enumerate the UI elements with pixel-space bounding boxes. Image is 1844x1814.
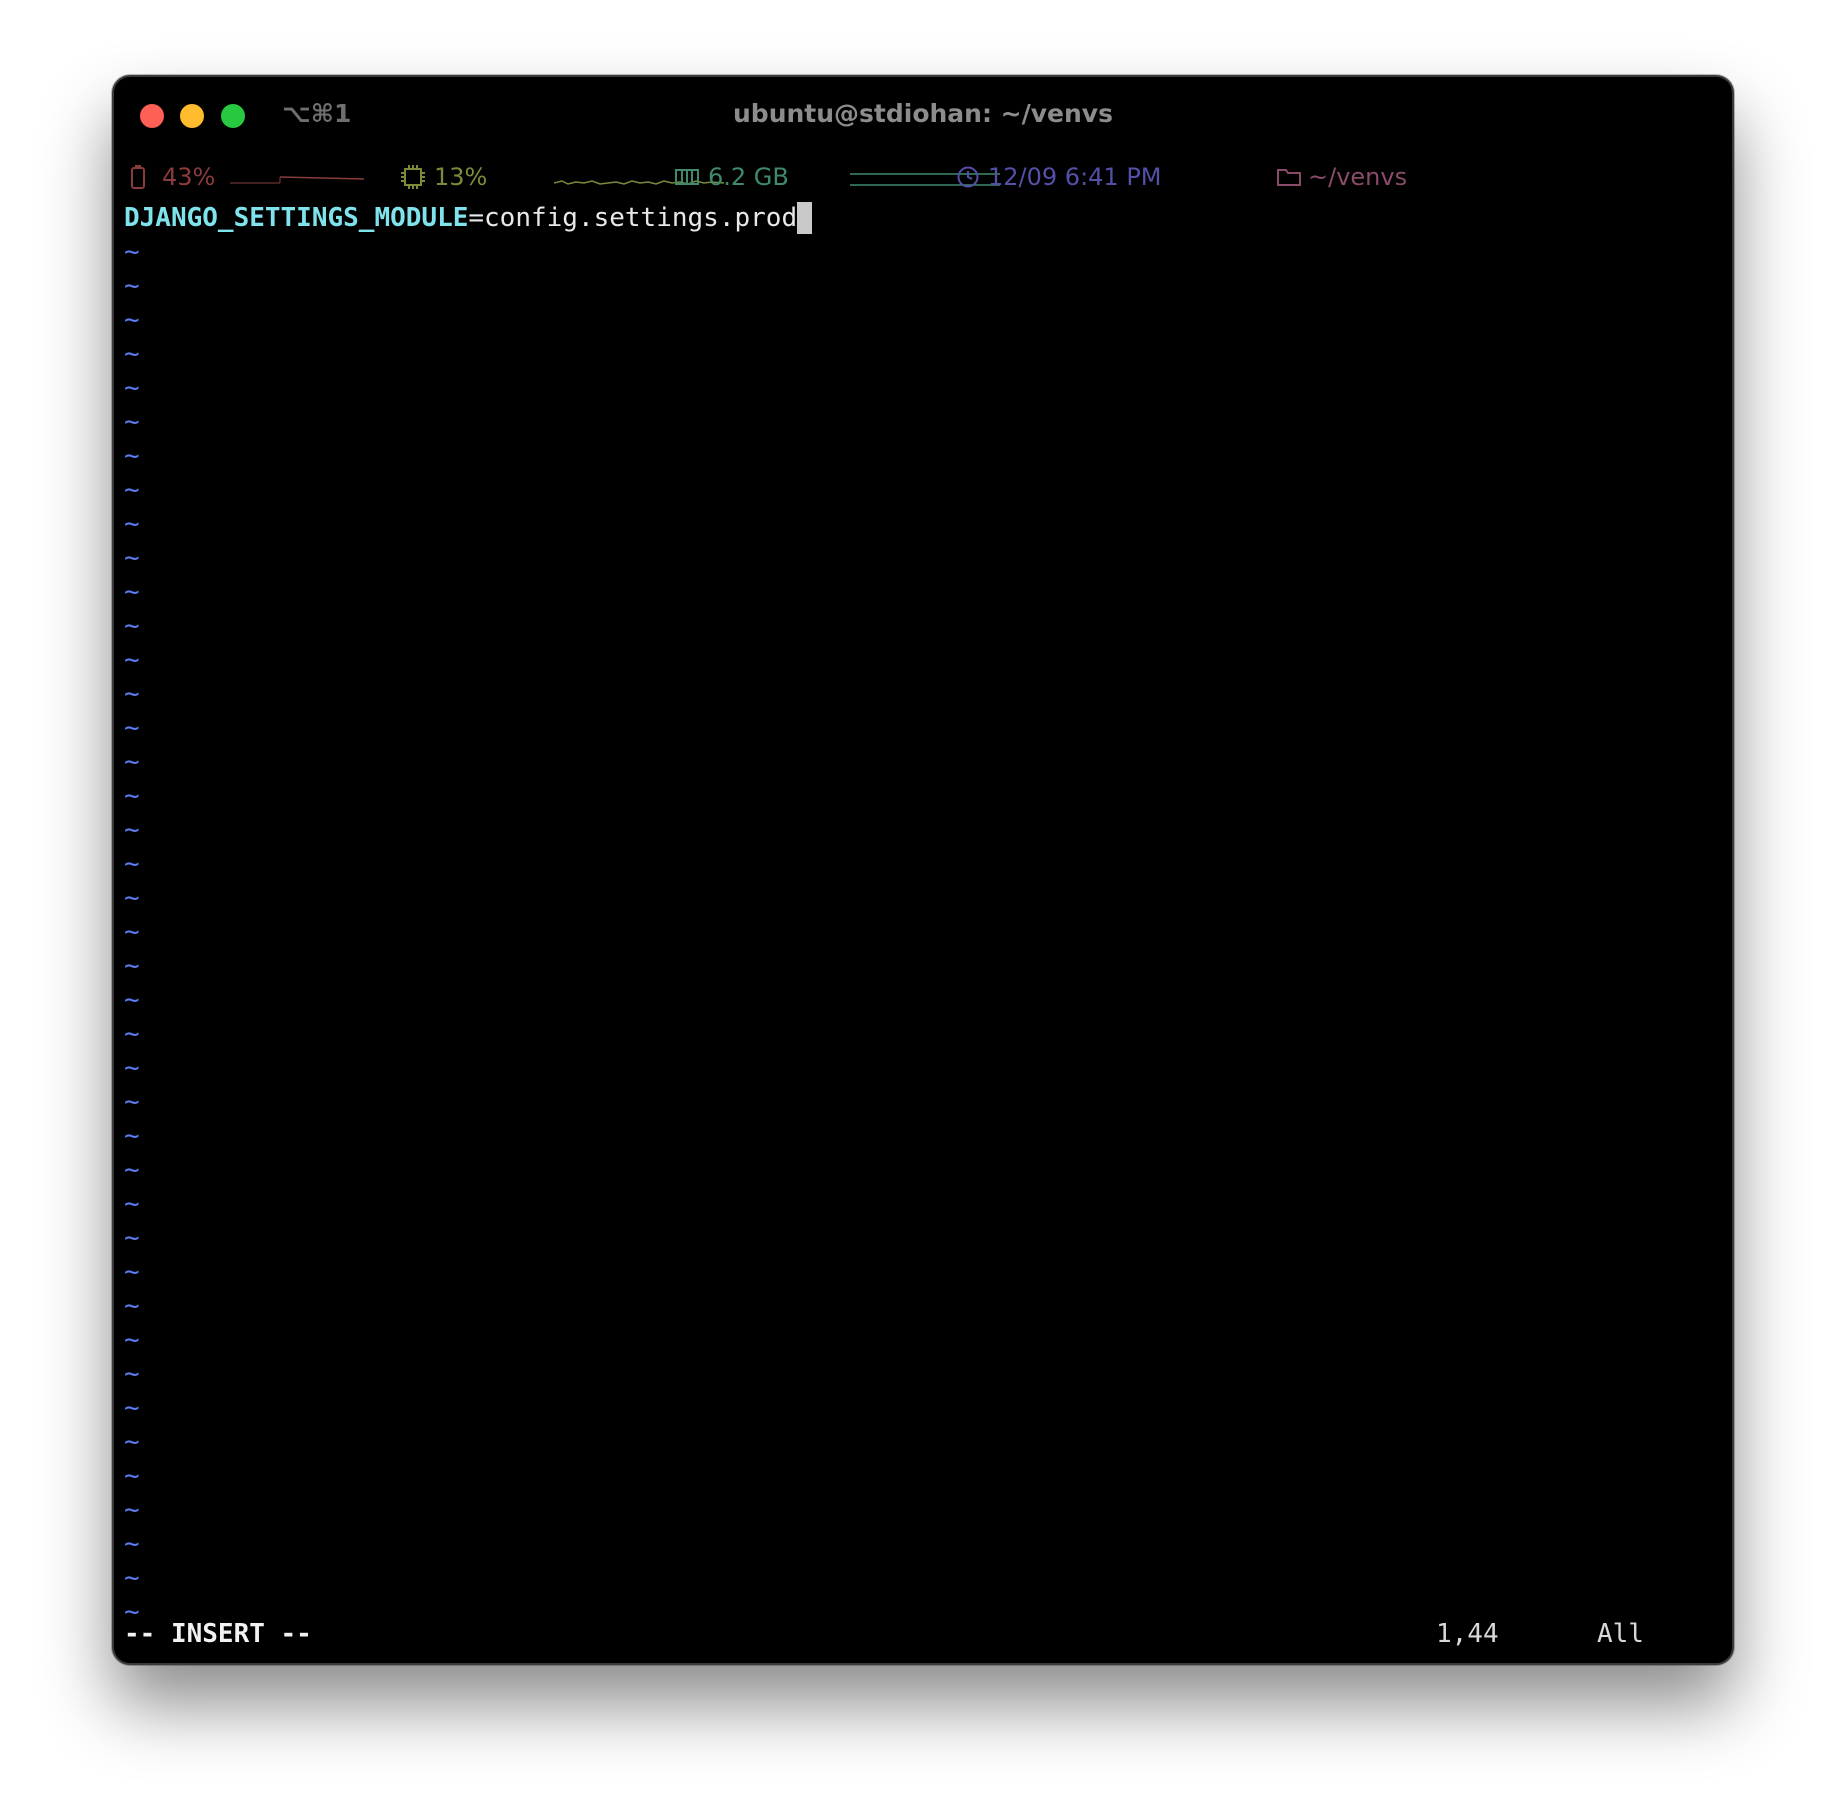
empty-line-marker: ~ (124, 1257, 140, 1287)
empty-line-marker: ~ (124, 1563, 140, 1593)
empty-line-marker: ~ (124, 1359, 140, 1389)
memory-value: 6.2 GB (708, 163, 789, 191)
empty-line-marker: ~ (124, 713, 140, 743)
battery-status: 43% (130, 163, 215, 191)
empty-line-marker: ~ (124, 849, 140, 879)
empty-line-marker: ~ (124, 305, 140, 335)
empty-line-marker: ~ (124, 917, 140, 947)
empty-line-marker: ~ (124, 1495, 140, 1525)
empty-line-marker: ~ (124, 815, 140, 845)
empty-line-marker: ~ (124, 271, 140, 301)
empty-line-marker: ~ (124, 509, 140, 539)
cpu-icon (400, 164, 426, 190)
empty-line-marker: ~ (124, 781, 140, 811)
vim-mode: -- INSERT -- (124, 1619, 312, 1649)
empty-line-marker: ~ (124, 883, 140, 913)
clock-status: 12/09 6:41 PM (956, 163, 1162, 191)
empty-line-marker: ~ (124, 1461, 140, 1491)
cpu-status: 13% (400, 163, 487, 191)
empty-line-marker: ~ (124, 1189, 140, 1219)
terminal-window: ⌥⌘1 ubuntu@stdiohan: ~/venvs 43% 13% 6.2… (112, 75, 1734, 1665)
empty-line-marker: ~ (124, 475, 140, 505)
empty-line-marker: ~ (124, 985, 140, 1015)
folder-icon (1276, 166, 1302, 188)
cursor-position: 1,44 (1436, 1619, 1499, 1649)
empty-line-marker: ~ (124, 1053, 140, 1083)
battery-icon (130, 164, 146, 190)
empty-line-marker: ~ (124, 339, 140, 369)
battery-sparkline (230, 176, 364, 184)
status-bar: 43% 13% 6.2 GB 12/09 6:41 PM ~/venvs (114, 157, 1732, 201)
env-var-name: DJANGO_SETTINGS_MODULE (124, 203, 469, 233)
empty-line-marker: ~ (124, 407, 140, 437)
empty-line-marker: ~ (124, 543, 140, 573)
clock-value: 12/09 6:41 PM (988, 163, 1162, 191)
scroll-position: All (1597, 1619, 1644, 1649)
folder-value: ~/venvs (1308, 163, 1408, 191)
empty-line-marker: ~ (124, 441, 140, 471)
empty-line-marker: ~ (124, 1291, 140, 1321)
battery-value: 43% (162, 163, 216, 191)
empty-line-marker: ~ (124, 679, 140, 709)
text-cursor (797, 202, 813, 234)
vim-status-line: -- INSERT -- 1,44 All (114, 1615, 1732, 1653)
empty-line-marker: ~ (124, 1155, 140, 1185)
memory-icon (674, 166, 700, 188)
buffer-line-1[interactable]: DJANGO_SETTINGS_MODULE=config.settings.p… (124, 201, 813, 235)
clock-icon (956, 165, 980, 189)
empty-line-marker: ~ (124, 1427, 140, 1457)
empty-line-marker: ~ (124, 1121, 140, 1151)
empty-line-marker: ~ (124, 373, 140, 403)
empty-line-marker: ~ (124, 645, 140, 675)
cpu-value: 13% (434, 163, 488, 191)
empty-line-marker: ~ (124, 1393, 140, 1423)
empty-line-marker: ~ (124, 237, 140, 267)
empty-line-marker: ~ (124, 1529, 140, 1559)
env-var-value: =config.settings.prod (468, 203, 798, 233)
empty-line-marker: ~ (124, 747, 140, 777)
empty-line-marker: ~ (124, 577, 140, 607)
empty-line-marker: ~ (124, 611, 140, 641)
empty-line-marker: ~ (124, 1223, 140, 1253)
title-bar[interactable]: ⌥⌘1 ubuntu@stdiohan: ~/venvs (114, 77, 1732, 153)
window-title: ubuntu@stdiohan: ~/venvs (733, 99, 1113, 128)
memory-status: 6.2 GB (674, 163, 789, 191)
empty-line-marker: ~ (124, 1325, 140, 1355)
folder-status[interactable]: ~/venvs (1276, 163, 1407, 191)
empty-line-marker: ~ (124, 1087, 140, 1117)
empty-line-marker: ~ (124, 1019, 140, 1049)
empty-line-marker: ~ (124, 951, 140, 981)
